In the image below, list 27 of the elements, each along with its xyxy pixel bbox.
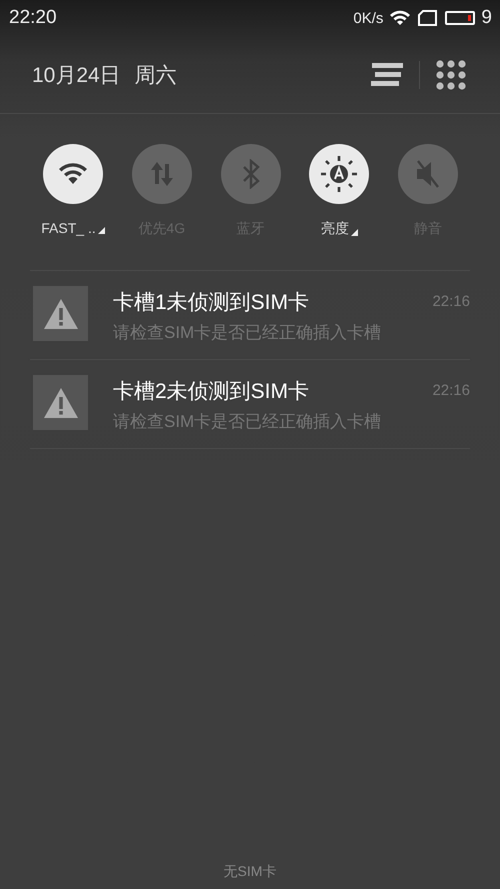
arrows-icon xyxy=(148,160,175,188)
clock: 22:20 xyxy=(9,7,57,29)
notification-title: 卡槽1未侦测到SIM卡 xyxy=(113,290,310,316)
speaker-muted-icon xyxy=(414,159,442,189)
weekday-label: 周六 xyxy=(134,62,177,88)
warning-icon xyxy=(33,375,88,430)
toggle-label: 亮度 xyxy=(320,220,349,238)
warning-icon xyxy=(33,286,88,341)
bluetooth-icon xyxy=(240,159,260,189)
notification-time: 22:16 xyxy=(432,293,470,310)
battery-percent: 9 xyxy=(481,7,492,29)
sim-card-icon xyxy=(417,9,440,27)
notification-text: 请检查SIM卡是否已经正确插入卡槽 xyxy=(113,411,382,433)
sun-icon xyxy=(319,154,360,194)
notification-text: 请检查SIM卡是否已经正确插入卡槽 xyxy=(113,322,382,344)
notification-card[interactable]: 卡槽1未侦测到SIM卡 请检查SIM卡是否已经正确插入卡槽 22:16 xyxy=(30,271,470,360)
carrier-label: 无SIM卡 xyxy=(224,863,276,881)
net-speed: 0K/s xyxy=(353,10,384,26)
date-label: 10月24日 xyxy=(32,62,121,88)
notification-time: 22:16 xyxy=(432,382,470,399)
grid-icon[interactable] xyxy=(436,60,466,90)
wifi-signal-icon xyxy=(389,9,412,27)
toggle-label: FAST_ .. xyxy=(41,220,96,236)
battery-icon xyxy=(445,11,476,25)
notification-title: 卡槽2未侦测到SIM卡 xyxy=(113,379,310,405)
list-icon[interactable] xyxy=(371,62,403,88)
notification-card[interactable]: 卡槽2未侦测到SIM卡 请检查SIM卡是否已经正确插入卡槽 22:16 xyxy=(30,360,470,449)
